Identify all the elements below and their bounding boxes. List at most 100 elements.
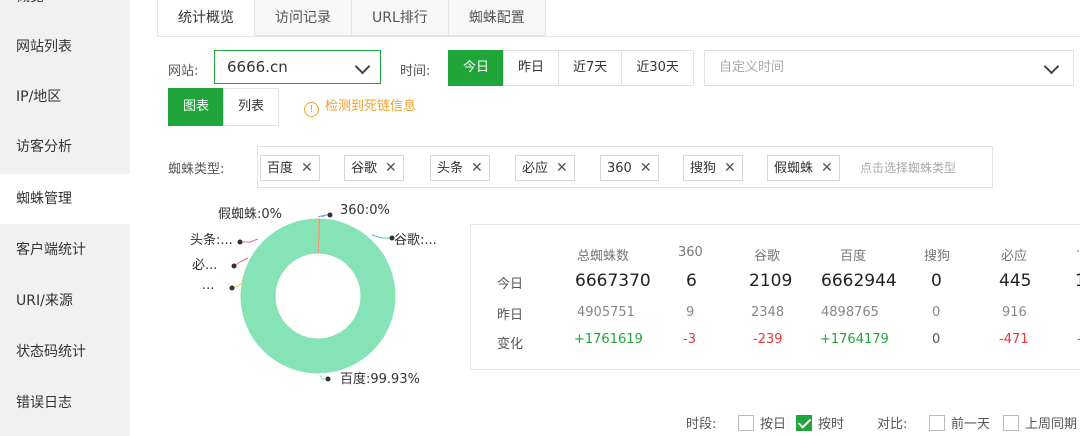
spider-tag: 头条 ✕ [430,155,490,181]
by-day-checkbox[interactable]: 按日 [738,413,786,432]
spider-tag: 百度 ✕ [260,155,320,181]
pie-slices [240,218,396,374]
sidebar: 概览 网站列表 IP/地区 访客分析 蜘蛛管理 客户端统计 URI/来源 状态码… [0,0,130,436]
pie-label-toutiao: 头条:... [190,233,233,248]
last-week-checkbox[interactable]: 上周同期 [1003,413,1077,432]
pie-slice-0[interactable] [240,218,396,374]
table-cell: -471 [999,332,1029,347]
pie-label-google: 谷歌:... [394,233,437,248]
dead-link-warning[interactable]: ! 检测到死链信息 [304,95,416,117]
sidebar-item-spider-management[interactable]: 蜘蛛管理 [0,174,130,224]
tab-url-ranking[interactable]: URL排行 [351,0,449,36]
chevron-down-icon [354,58,371,75]
close-icon[interactable]: ✕ [385,160,397,176]
site-select[interactable]: 6666.cn [214,50,381,84]
checkbox-checked-icon [796,415,812,431]
time-7days-button[interactable]: 近7天 [558,50,623,86]
site-label: 网站: [168,64,199,79]
sidebar-item-uri-source[interactable]: URI/来源 [0,276,130,326]
table-cell: 0 [932,305,941,320]
close-icon[interactable]: ✕ [640,160,652,176]
tab-access-records[interactable]: 访问记录 [254,0,352,36]
spider-tag: 360 ✕ [600,155,659,181]
view-toggle: 图表 列表 [168,88,280,126]
stats-table: 总蜘蛛数 360 谷歌 百度 搜狗 必应 · 今日 6667370 6 2109… [470,224,1080,370]
sidebar-item-site-list[interactable]: 网站列表 [0,22,130,72]
table-header: 搜狗 [924,249,951,264]
pie-label-other: ... [202,278,215,293]
table-cell: 4898765 [821,305,879,320]
spider-tag: 搜狗 ✕ [683,155,743,181]
tab-bar: 统计概览 访问记录 URL排行 蜘蛛配置 [157,0,1080,37]
spider-tag-label: 360 [607,161,632,176]
pie-label-bing: 必... [192,258,218,273]
last-week-label: 上周同期 [1025,417,1078,432]
table-cell: -239 [753,332,783,347]
table-cell: 0 [932,332,941,347]
table-header: 必应 [1001,249,1028,264]
row-label-today: 今日 [497,277,524,292]
spider-pie-svg [229,212,396,382]
period-label: 时段: [686,417,717,432]
table-cell: +1764179 [820,332,889,347]
table-cell: 4905751 [577,305,635,320]
tab-spider-config[interactable]: 蜘蛛配置 [447,0,546,36]
sidebar-item-error-log[interactable]: 错误日志 [0,378,130,428]
pie-label-baidu: 百度:99.93% [340,372,420,387]
table-cell: 1 [1075,271,1080,291]
checkbox-icon [738,415,754,431]
table-cell: 9 [686,305,695,320]
spider-tag-label: 百度 [267,161,294,176]
table-cell: 2109 [749,271,793,291]
table-cell: 6667370 [575,271,651,291]
time-label: 时间: [400,64,431,79]
pie-label-360: 360:0% [340,203,390,218]
compare-label: 对比: [877,417,908,432]
chart-view-button[interactable]: 图表 [168,88,225,126]
custom-time-input[interactable]: 自定义时间 [704,50,1074,86]
sidebar-item-client-stats[interactable]: 客户端统计 [0,225,130,275]
table-cell: 916 [1002,305,1027,320]
sidebar-item-status-code[interactable]: 状态码统计 [0,327,130,377]
close-icon[interactable]: ✕ [821,160,833,176]
table-header: 百度 [840,249,867,264]
close-icon[interactable]: ✕ [556,160,568,176]
time-yesterday-button[interactable]: 昨日 [503,50,560,86]
time-30days-button[interactable]: 近30天 [621,50,694,86]
close-icon[interactable]: ✕ [471,160,483,176]
chevron-down-icon [1043,58,1060,75]
table-cell: 445 [999,271,1032,291]
sidebar-item-ip-region[interactable]: IP/地区 [0,72,130,122]
sidebar-item-overview[interactable]: 概览 [0,0,130,22]
checkbox-icon [1003,415,1019,431]
spider-pie-chart: 假蜘蛛:0% 360:0% 谷歌:... 头条:... 必... ... 百度:… [170,196,460,396]
by-hour-checkbox[interactable]: 按时 [796,413,844,432]
table-cell: 0 [931,271,942,291]
site-select-value: 6666.cn [227,58,288,76]
by-hour-label: 按时 [818,417,845,432]
prev-day-label: 前一天 [951,417,991,432]
pie-label-fake-spider: 假蜘蛛:0% [218,207,283,222]
list-view-button[interactable]: 列表 [223,88,280,126]
spider-tag-label: 搜狗 [690,161,717,176]
spider-type-label: 蜘蛛类型: [168,162,225,177]
custom-time-placeholder: 自定义时间 [719,60,785,75]
table-header: 360 [678,245,703,260]
time-range-group: 今日 昨日 近7天 近30天 [448,50,694,86]
sidebar-item-visitor-analysis[interactable]: 访客分析 [0,122,130,172]
spider-tag: 谷歌 ✕ [344,155,404,181]
close-icon[interactable]: ✕ [724,160,736,176]
warning-icon: ! [304,102,319,117]
table-cell: -3 [683,332,696,347]
dead-link-warning-text: 检测到死链信息 [325,99,417,114]
table-cell: 6662944 [821,271,897,291]
spider-tag-label: 头条 [437,161,464,176]
close-icon[interactable]: ✕ [301,160,313,176]
time-today-button[interactable]: 今日 [448,50,505,86]
prev-day-checkbox[interactable]: 前一天 [929,413,990,432]
tab-overview[interactable]: 统计概览 [157,0,255,36]
spider-tag-label: 假蜘蛛 [774,161,814,176]
table-header-more: · [1076,245,1080,260]
spider-type-select[interactable]: 百度 ✕ 谷歌 ✕ 头条 ✕ 必应 ✕ 360 ✕ 搜狗 ✕ 假蜘蛛 ✕ 点击选择蜘蛛类型 [257,146,993,188]
row-label-yesterday: 昨日 [497,308,524,323]
